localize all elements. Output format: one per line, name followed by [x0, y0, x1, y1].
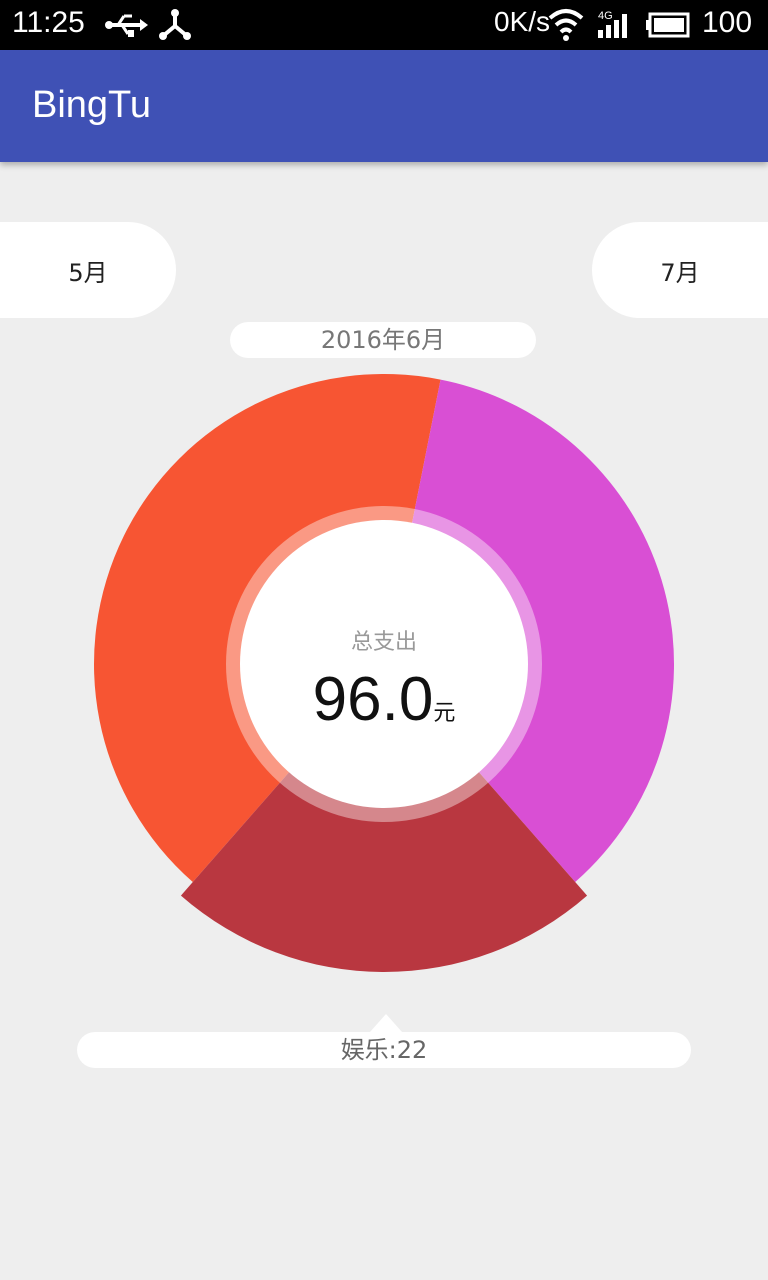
total-label: 总支出: [350, 630, 417, 655]
total-amount: 96.0: [312, 665, 434, 734]
total-unit: 元: [433, 701, 456, 726]
info-pointer: [370, 1014, 402, 1032]
total-value: 96.0元: [230, 664, 538, 735]
selected-slice-info: 娱乐:22: [77, 1032, 691, 1068]
